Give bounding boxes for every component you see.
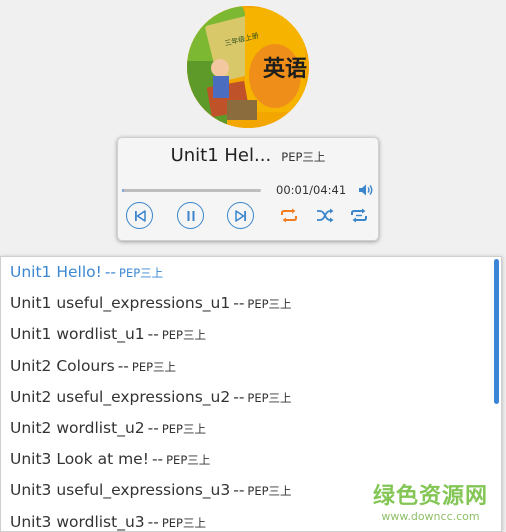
playlist-item-name: Unit2 wordlist_u2: [10, 419, 145, 437]
album-cover: 英语 三年级上册: [187, 6, 309, 128]
next-icon: [235, 210, 247, 222]
playlist-items: Unit1 Hello!--PEP三上Unit1 useful_expressi…: [1, 257, 501, 532]
playlist-item-name: Unit3 Look at me!: [10, 450, 149, 468]
playlist-item[interactable]: Unit1 wordlist_u1--PEP三上: [1, 319, 501, 350]
prev-button[interactable]: [126, 202, 153, 229]
playlist-item-subtitle: PEP三上: [247, 297, 291, 311]
playlist-item-subtitle: PEP三上: [247, 484, 291, 498]
playlist-item-separator: --: [152, 450, 163, 468]
playlist-item-name: Unit3 wordlist_u3: [10, 513, 145, 531]
playlist-item-name: Unit1 wordlist_u1: [10, 325, 145, 343]
scrollbar[interactable]: [493, 257, 501, 529]
repeat-button[interactable]: [280, 208, 298, 227]
playlist-item-separator: --: [105, 263, 116, 281]
progress-bar[interactable]: [122, 189, 261, 192]
shuffle-icon: [316, 208, 334, 223]
track-title-row: Unit1 Hel... PEP三上: [118, 145, 378, 166]
playlist-item-separator: --: [233, 294, 244, 312]
playlist-item-subtitle: PEP三上: [162, 516, 206, 530]
loop-button[interactable]: [350, 208, 368, 227]
playlist-item[interactable]: Unit2 useful_expressions_u2--PEP三上: [1, 382, 501, 413]
playlist-item-subtitle: PEP三上: [162, 328, 206, 342]
cover-title: 英语: [263, 56, 307, 82]
playlist-item-subtitle: PEP三上: [166, 453, 210, 467]
playlist-item-separator: --: [148, 419, 159, 437]
loop-icon: [350, 208, 368, 223]
playlist-item[interactable]: Unit1 useful_expressions_u1--PEP三上: [1, 288, 501, 319]
playlist-item-separator: --: [148, 325, 159, 343]
shuffle-button[interactable]: [316, 208, 334, 227]
repeat-icon: [280, 208, 298, 223]
pause-icon: [185, 210, 197, 222]
playlist-item[interactable]: Unit3 useful_expressions_u3--PEP三上: [1, 475, 501, 506]
track-title: Unit1 Hel...: [171, 145, 272, 166]
playlist-item-separator: --: [148, 513, 159, 531]
playlist-item-subtitle: PEP三上: [119, 266, 163, 280]
playlist-item[interactable]: Unit3 Look at me!--PEP三上: [1, 444, 501, 475]
player-panel: Unit1 Hel... PEP三上 00:01/04:41: [117, 137, 379, 241]
playlist-item-separator: --: [233, 481, 244, 499]
progress-fill: [122, 189, 124, 192]
playlist-item[interactable]: Unit2 Colours--PEP三上: [1, 351, 501, 382]
playlist-item[interactable]: Unit2 wordlist_u2--PEP三上: [1, 413, 501, 444]
playlist-item-name: Unit2 Colours: [10, 357, 115, 375]
volume-icon[interactable]: [358, 182, 374, 201]
playlist-item-subtitle: PEP三上: [162, 422, 206, 436]
time-display: 00:01/04:41: [276, 183, 346, 197]
playlist-item-subtitle: PEP三上: [132, 360, 176, 374]
playlist-item-name: Unit3 useful_expressions_u3: [10, 481, 230, 499]
playlist-item[interactable]: Unit1 Hello!--PEP三上: [1, 257, 501, 288]
playlist-item-name: Unit1 useful_expressions_u1: [10, 294, 230, 312]
playlist-item-name: Unit1 Hello!: [10, 263, 102, 281]
playlist: Unit1 Hello!--PEP三上Unit1 useful_expressi…: [0, 256, 502, 532]
scrollbar-thumb[interactable]: [494, 259, 499, 404]
track-subtitle: PEP三上: [281, 150, 325, 164]
playlist-item-name: Unit2 useful_expressions_u2: [10, 388, 230, 406]
playlist-item-subtitle: PEP三上: [247, 391, 291, 405]
next-button[interactable]: [227, 202, 254, 229]
playlist-item[interactable]: Unit3 wordlist_u3--PEP三上: [1, 507, 501, 532]
playlist-item-separator: --: [118, 357, 129, 375]
playlist-item-separator: --: [233, 388, 244, 406]
pause-button[interactable]: [177, 202, 204, 229]
prev-icon: [134, 210, 146, 222]
